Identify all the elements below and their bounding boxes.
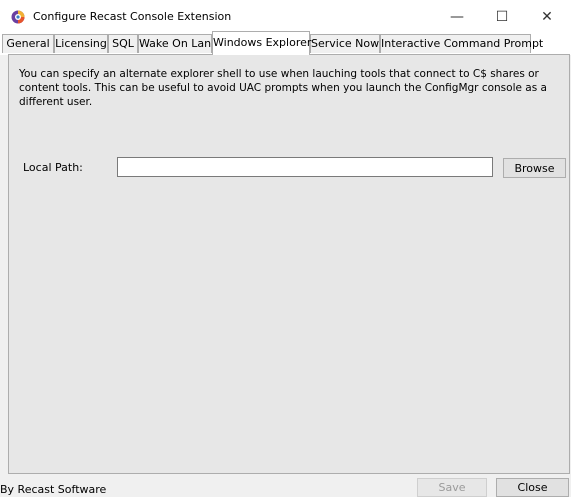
close-button[interactable]: Close [496, 478, 569, 497]
tab-interactive-command-prompt[interactable]: Interactive Command Prompt [380, 34, 543, 53]
minimize-button[interactable]: — [435, 3, 479, 31]
panel-description: You can specify an alternate explorer sh… [19, 68, 547, 108]
tab-service-now[interactable]: Service Now [310, 34, 380, 53]
local-path-label: Local Path: [23, 161, 83, 174]
tab-windows-explorer[interactable]: Windows Explorer [212, 31, 311, 55]
local-path-input[interactable] [117, 157, 493, 177]
tab-general[interactable]: General [2, 34, 54, 53]
save-button[interactable]: Save [417, 478, 487, 497]
recast-logo-icon [11, 10, 25, 24]
title-bar: Configure Recast Console Extension — ☐ ✕ [0, 0, 571, 33]
tab-wake-on-lan[interactable]: Wake On Lan [138, 34, 212, 53]
footer-credit: By Recast Software [0, 483, 107, 496]
browse-button[interactable]: Browse [503, 158, 566, 178]
window-title: Configure Recast Console Extension [33, 10, 232, 23]
tab-licensing[interactable]: Licensing [54, 34, 108, 53]
tab-sql[interactable]: SQL [108, 34, 138, 53]
close-window-button[interactable]: ✕ [525, 3, 569, 31]
windows-explorer-panel: You can specify an alternate explorer sh… [8, 54, 570, 474]
maximize-button[interactable]: ☐ [480, 3, 524, 31]
tab-strip: General Licensing SQL Wake On Lan Window… [0, 31, 571, 55]
